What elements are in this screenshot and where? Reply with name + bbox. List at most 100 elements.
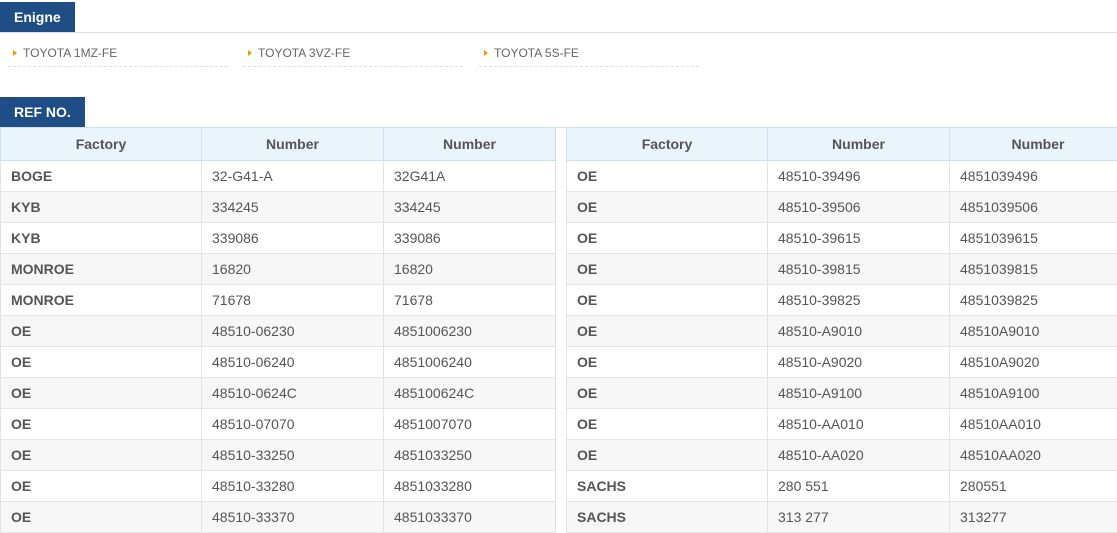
table-row: OE48510-394964851039496	[567, 161, 1117, 192]
cell-factory: BOGE	[1, 161, 202, 192]
cell-number-compact: 4851039496	[950, 161, 1117, 192]
cell-number: 48510-A9020	[768, 347, 950, 378]
cell-number-compact: 4851033250	[384, 440, 556, 471]
cell-number: 48510-0624C	[202, 378, 384, 409]
table-row: OE48510-A910048510A9100	[567, 378, 1117, 409]
column-header-factory: Factory	[1, 128, 202, 161]
engine-item-label[interactable]: TOYOTA 3VZ-FE	[258, 46, 350, 60]
column-header-number: Number	[202, 128, 384, 161]
engine-item-1mz[interactable]: TOYOTA 1MZ-FE	[8, 40, 228, 67]
engine-item-label[interactable]: TOYOTA 5S-FE	[494, 46, 579, 60]
table-row: OE48510-398254851039825	[567, 285, 1117, 316]
cell-number-compact: 4851033280	[384, 471, 556, 502]
cell-number-compact: 280551	[950, 471, 1117, 502]
cell-factory: OE	[1, 409, 202, 440]
cell-factory: KYB	[1, 192, 202, 223]
table-row: OE48510-0624C485100624C	[1, 378, 556, 409]
ref-section-header: REF NO.	[0, 97, 1117, 128]
cell-number-compact: 339086	[384, 223, 556, 254]
cell-number: 48510-A9010	[768, 316, 950, 347]
cell-number: 280 551	[768, 471, 950, 502]
cell-number: 48510-06230	[202, 316, 384, 347]
cell-factory: OE	[567, 378, 768, 409]
cell-number: 48510-A9100	[768, 378, 950, 409]
engine-item-3vz[interactable]: TOYOTA 3VZ-FE	[243, 40, 463, 67]
cell-number: 48510-39815	[768, 254, 950, 285]
table-header-row: Factory Number Number	[567, 128, 1117, 161]
cell-factory: OE	[567, 316, 768, 347]
table-row: KYB339086339086	[1, 223, 556, 254]
cell-number: 48510-AA010	[768, 409, 950, 440]
table-row: OE48510-070704851007070	[1, 409, 556, 440]
column-header-number: Number	[384, 128, 556, 161]
cell-factory: OE	[1, 440, 202, 471]
cell-factory: MONROE	[1, 285, 202, 316]
cell-number: 16820	[202, 254, 384, 285]
cell-number-compact: 48510AA010	[950, 409, 1117, 440]
cell-number-compact: 4851006240	[384, 347, 556, 378]
table-header-row: Factory Number Number	[1, 128, 556, 161]
cell-number-compact: 16820	[384, 254, 556, 285]
cell-factory: OE	[1, 316, 202, 347]
cell-factory: OE	[567, 347, 768, 378]
cell-factory: OE	[1, 378, 202, 409]
cell-factory: OE	[567, 161, 768, 192]
cell-factory: OE	[567, 409, 768, 440]
engine-item-5s[interactable]: TOYOTA 5S-FE	[479, 40, 699, 67]
table-row: MONROE1682016820	[1, 254, 556, 285]
cell-number-compact: 48510A9020	[950, 347, 1117, 378]
table-row: OE48510-332804851033280	[1, 471, 556, 502]
table-row: OE48510-396154851039615	[567, 223, 1117, 254]
cell-number-compact: 48510A9100	[950, 378, 1117, 409]
table-row: OE48510-062304851006230	[1, 316, 556, 347]
ref-table-left: Factory Number Number BOGE32-G41-A32G41A…	[0, 127, 556, 533]
cell-factory: OE	[567, 192, 768, 223]
ref-section-title: REF NO.	[0, 97, 85, 127]
engine-list: TOYOTA 1MZ-FE TOYOTA 3VZ-FE TOYOTA 5S-FE	[0, 40, 1117, 70]
cell-factory: MONROE	[1, 254, 202, 285]
cell-number-compact: 71678	[384, 285, 556, 316]
table-row: SACHS280 551280551	[567, 471, 1117, 502]
table-row: KYB334245334245	[1, 192, 556, 223]
table-row: OE48510-A901048510A9010	[567, 316, 1117, 347]
cell-number-compact: 48510A9010	[950, 316, 1117, 347]
table-row: OE48510-AA02048510AA020	[567, 440, 1117, 471]
table-row: OE48510-A902048510A9020	[567, 347, 1117, 378]
arrow-right-icon	[484, 50, 488, 56]
cell-number-compact: 4851039825	[950, 285, 1117, 316]
engine-section-header: Enigne	[0, 2, 1117, 33]
cell-number: 48510-07070	[202, 409, 384, 440]
column-header-number: Number	[768, 128, 950, 161]
table-row: BOGE32-G41-A32G41A	[1, 161, 556, 192]
cell-factory: KYB	[1, 223, 202, 254]
cell-number-compact: 48510AA020	[950, 440, 1117, 471]
cell-number: 48510-33250	[202, 440, 384, 471]
cell-number: 48510-39825	[768, 285, 950, 316]
cell-number-compact: 4851006230	[384, 316, 556, 347]
cell-number: 32-G41-A	[202, 161, 384, 192]
table-row: OE48510-395064851039506	[567, 192, 1117, 223]
cell-number: 48510-06240	[202, 347, 384, 378]
table-row: OE48510-062404851006240	[1, 347, 556, 378]
cell-number-compact: 4851039506	[950, 192, 1117, 223]
cell-number-compact: 32G41A	[384, 161, 556, 192]
engine-item-label[interactable]: TOYOTA 1MZ-FE	[23, 46, 117, 60]
cell-factory: OE	[567, 440, 768, 471]
cell-number: 339086	[202, 223, 384, 254]
cell-number: 48510-39615	[768, 223, 950, 254]
cell-number: 48510-39506	[768, 192, 950, 223]
cell-number: 71678	[202, 285, 384, 316]
cell-number-compact: 4851039815	[950, 254, 1117, 285]
cell-number: 334245	[202, 192, 384, 223]
ref-table-right: Factory Number Number OE48510-3949648510…	[566, 127, 1117, 533]
cell-number-compact: 334245	[384, 192, 556, 223]
cell-number: 48510-AA020	[768, 440, 950, 471]
arrow-right-icon	[13, 50, 17, 56]
cell-number: 48510-39496	[768, 161, 950, 192]
engine-section-title: Enigne	[0, 2, 75, 32]
table-row: MONROE7167871678	[1, 285, 556, 316]
cell-factory: OE	[1, 347, 202, 378]
arrow-right-icon	[248, 50, 252, 56]
cell-factory: SACHS	[567, 471, 768, 502]
table-row: OE48510-332504851033250	[1, 440, 556, 471]
